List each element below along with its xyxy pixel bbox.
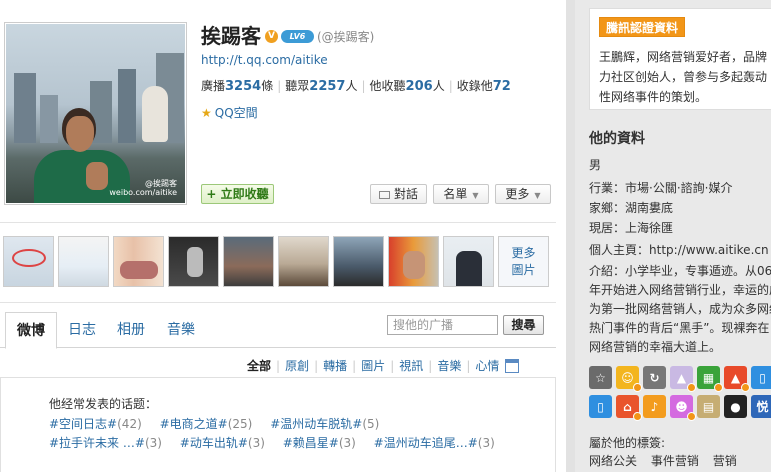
filter-reposts[interactable]: 轉播 <box>323 357 347 374</box>
triangle-app-icon[interactable]: ▲ <box>670 366 696 392</box>
topic-link[interactable]: #电商之道#(25) <box>160 417 253 431</box>
smiley-app-icon[interactable]: ☻ <box>670 395 696 421</box>
tab-album[interactable]: 相册 <box>117 312 145 348</box>
topic-link[interactable]: #赖昌星#(3) <box>283 436 356 450</box>
photo-thumbnail[interactable] <box>443 236 494 287</box>
app-icons-grid: ☆ ☺ ↻ ▲ ▦ ▲ ▯ ▯ ⌂ ♪ ☻ ▤ ● 悦 <box>589 366 771 421</box>
filter-mood[interactable]: 心情 <box>475 357 499 374</box>
photo-thumbnail[interactable] <box>3 236 54 287</box>
topic-link[interactable]: #动车出轨#(3) <box>180 436 265 450</box>
more-photos-link[interactable]: 更多 圖片 <box>498 236 549 287</box>
verification-text: 王鵬辉，网络营销爱好者，品牌力社区创始人，曾参与多起轰动性网络事件的策划。 <box>599 50 768 104</box>
topic-link[interactable]: #空间日志#(42) <box>49 417 142 431</box>
photo-thumbnail[interactable] <box>168 236 219 287</box>
homepage-link[interactable]: http://www.aitike.cn <box>649 243 769 257</box>
search-input[interactable] <box>387 315 498 335</box>
photo-thumbnail[interactable] <box>223 236 274 287</box>
right-sidebar: 騰訊認證資料 王鵬辉，网络营销爱好者，品牌力社区创始人，曾参与多起轰动性网络事件… <box>566 0 771 472</box>
microphone-app-icon[interactable]: ♪ <box>643 395 666 418</box>
photo-thumbnail[interactable] <box>113 236 164 287</box>
info-hometown: 家鄉：湖南婁底 <box>589 201 674 215</box>
search-button[interactable]: 搜尋 <box>503 315 544 335</box>
tags-title: 屬於他的標簽: <box>589 436 666 450</box>
photo-thumbnail[interactable] <box>58 236 109 287</box>
info-homepage: 個人主頁：http://www.aitike.cn <box>589 243 769 257</box>
badge-star-icon[interactable]: ☆ <box>589 366 612 389</box>
chevron-down-icon: ▼ <box>534 191 541 200</box>
tab-blog[interactable]: 日志 <box>68 312 96 348</box>
follow-button[interactable]: + 立即收聽 <box>201 184 274 204</box>
text-app-icon[interactable]: 悦 <box>751 395 771 418</box>
profile-stats: 廣播3254條 | 聽眾2257人 | 他收聽206人 | 收錄他72 <box>201 79 511 94</box>
refresh-app-icon[interactable]: ↻ <box>643 366 666 389</box>
calendar-app-icon[interactable]: ▦ <box>697 366 723 392</box>
topics-panel: 他经常发表的话题： #空间日志#(42) #电商之道#(25) #温州动车脱轨#… <box>0 377 556 472</box>
filter-video[interactable]: 視訊 <box>399 357 423 374</box>
chat-button[interactable]: 對話 <box>370 184 427 204</box>
info-industry: 行業：市場·公關·諮詢·媒介 <box>589 181 733 195</box>
qzone-link[interactable]: ★ QQ空間 <box>201 104 258 121</box>
bell-app-icon[interactable]: ▲ <box>724 366 750 392</box>
tags-list: 网络公关 事件营销 营销 <box>589 452 747 469</box>
tag-item[interactable]: 营销 <box>713 454 737 468</box>
avatar-photo: @挨踢客 weibo.com/aitike <box>6 24 185 203</box>
topics-row: #拉手许未来 …#(3) #动车出轨#(3) #赖昌星#(3) #温州动车追尾…… <box>49 434 509 451</box>
mobile-app-icon[interactable]: ▯ <box>589 395 612 418</box>
info-residence: 現居：上海徐匯 <box>589 221 674 235</box>
apple-app-icon[interactable]: ● <box>724 395 747 418</box>
broadcast-stat[interactable]: 廣播3254條 <box>201 79 273 94</box>
topic-link[interactable]: #拉手许未来 …#(3) <box>49 436 162 450</box>
filter-images[interactable]: 圖片 <box>361 357 385 374</box>
list-dropdown-button[interactable]: 名單 ▼ <box>433 184 489 204</box>
vip-level-badge[interactable]: LV6 <box>281 30 314 43</box>
info-intro: 介紹：小学毕业，专事遁迹。从06年开始进入网络营销行业，幸运的成为第一批网络营销… <box>589 264 771 354</box>
verification-tag: 騰訊認證資料 <box>599 17 686 37</box>
verification-card: 騰訊認證資料 王鵬辉，网络营销爱好者，品牌力社区创始人，曾参与多起轰动性网络事件… <box>589 8 771 110</box>
listeners-stat[interactable]: 聽眾2257人 <box>285 79 357 94</box>
avatar[interactable]: @挨踢客 weibo.com/aitike <box>4 22 187 205</box>
topics-title: 他经常发表的话题： <box>49 397 158 411</box>
topic-link[interactable]: #温州动车追尾…#(3) <box>374 436 495 450</box>
photo-thumbnail[interactable] <box>388 236 439 287</box>
avatar-watermark: @挨踢客 weibo.com/aitike <box>109 179 177 197</box>
document-app-icon[interactable]: ▤ <box>697 395 720 418</box>
divider <box>0 302 556 303</box>
more-dropdown-button[interactable]: 更多 ▼ <box>495 184 551 204</box>
chevron-down-icon: ▼ <box>472 191 479 200</box>
calendar-icon[interactable] <box>505 358 520 373</box>
tag-item[interactable]: 事件营销 <box>651 454 699 468</box>
info-title: 他的資料 <box>589 131 645 147</box>
feed-filters: 全部 | 原創 | 轉播 | 圖片 | 視訊 | 音樂 | 心情 <box>247 357 520 374</box>
face-app-icon[interactable]: ☺ <box>616 366 642 392</box>
star-icon: ★ <box>201 105 212 120</box>
photo-thumbnail[interactable] <box>278 236 329 287</box>
home-app-icon[interactable]: ⌂ <box>616 395 642 421</box>
profile-handle: (@挨踢客) <box>317 30 375 44</box>
favorites-stat[interactable]: 收錄他72 <box>457 79 511 94</box>
profile-name: 挨踢客 <box>201 24 261 48</box>
tab-music[interactable]: 音樂 <box>167 312 195 348</box>
photo-thumbnail[interactable] <box>333 236 384 287</box>
chat-icon <box>378 191 390 199</box>
verified-icon: V <box>265 30 278 43</box>
filter-music[interactable]: 音樂 <box>437 357 461 374</box>
filter-all[interactable]: 全部 <box>247 357 271 374</box>
main-column: @挨踢客 weibo.com/aitike 挨踢客 V LV6 (@挨踢客) h… <box>0 0 566 472</box>
tag-item[interactable]: 网络公关 <box>589 454 637 468</box>
topics-row: #空间日志#(42) #电商之道#(25) #温州动车脱轨#(5) <box>49 415 393 432</box>
tab-weibo[interactable]: 微博 <box>5 312 57 349</box>
profile-url-link[interactable]: http://t.qq.com/aitike <box>201 53 328 67</box>
listening-stat[interactable]: 他收聽206人 <box>370 79 445 94</box>
topic-link[interactable]: #温州动车脱轨#(5) <box>270 417 379 431</box>
phone-app-icon[interactable]: ▯ <box>751 366 771 389</box>
divider <box>0 222 556 223</box>
photo-strip: 更多 圖片 <box>3 236 549 288</box>
filter-original[interactable]: 原創 <box>285 357 309 374</box>
info-sex: 男 <box>589 158 602 172</box>
